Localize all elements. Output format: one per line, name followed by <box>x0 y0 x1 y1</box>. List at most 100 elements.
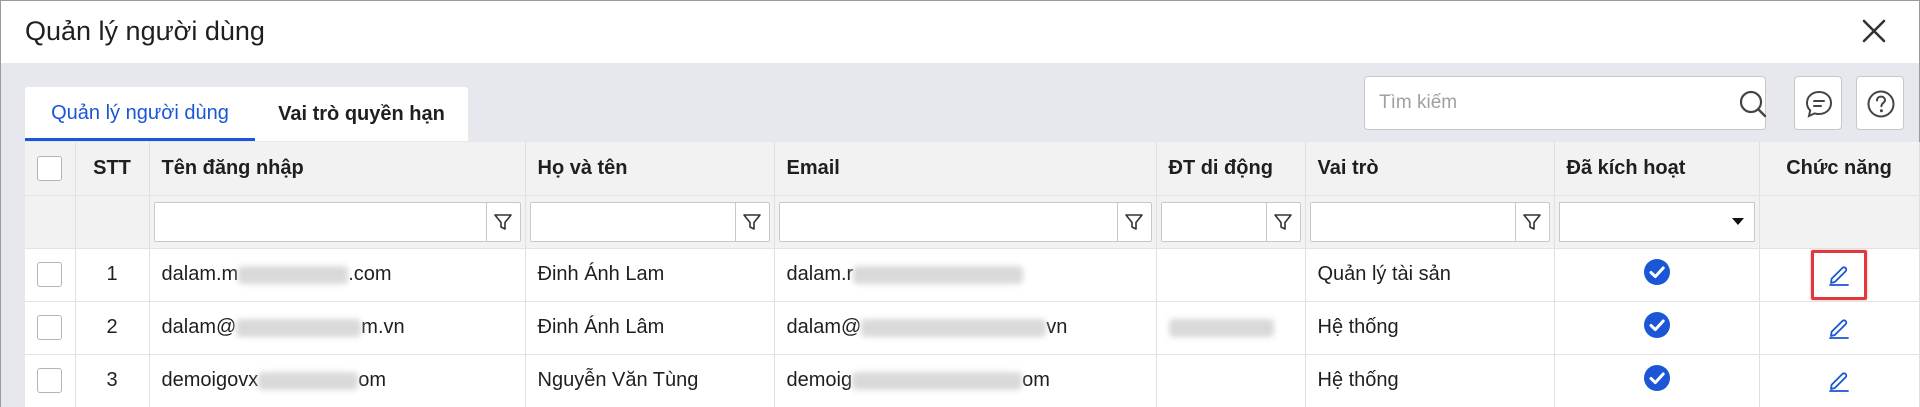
column-header-role[interactable]: Vai trò <box>1305 142 1555 196</box>
filter-funnel-icon[interactable] <box>485 202 520 241</box>
email-filter-input[interactable] <box>779 202 1117 241</box>
pencil-edit-icon <box>1829 371 1849 392</box>
email-text: vn <box>1046 316 1068 338</box>
row-username: dalam@ m.vn <box>149 301 526 355</box>
redacted-text <box>861 318 1047 337</box>
table-header-row: STT Tên đăng nhập Họ và tên Email ĐT di … <box>25 142 1920 196</box>
row-select-cell <box>25 301 76 355</box>
column-header-email[interactable]: Email <box>774 142 1157 196</box>
row-role: Hệ thống <box>1305 354 1555 407</box>
row-actions <box>1759 354 1920 407</box>
username-filter <box>149 195 526 249</box>
username-text: om <box>358 369 387 391</box>
tab-roles-permissions[interactable]: Vai trò quyền hạn <box>255 87 468 141</box>
dialog-titlebar: Quản lý người dùng <box>1 1 1919 62</box>
filter-funnel-icon[interactable] <box>1116 202 1151 241</box>
edit-button[interactable] <box>1811 303 1867 353</box>
help-circle-icon <box>1867 90 1895 118</box>
row-fullname: Đinh Ánh Lâm <box>525 301 775 355</box>
username-filter-input[interactable] <box>154 202 486 241</box>
username-text: dalam.m <box>161 263 239 285</box>
username-text: demoigovx <box>161 369 259 391</box>
row-username: demoigovx om <box>149 354 526 407</box>
column-header-username[interactable]: Tên đăng nhập <box>149 142 526 196</box>
row-stt: 3 <box>75 354 150 407</box>
row-email: dalam.r <box>774 248 1157 302</box>
row-fullname: Nguyễn Văn Tùng <box>525 354 775 407</box>
filter-funnel-icon[interactable] <box>734 202 769 241</box>
filter-empty-cell <box>1759 195 1920 249</box>
username-text: dalam@ <box>161 316 237 338</box>
email-filter <box>774 195 1157 249</box>
user-table: STT Tên đăng nhập Họ và tên Email ĐT di … <box>25 142 1920 407</box>
role-filter <box>1305 195 1555 249</box>
row-checkbox[interactable] <box>37 262 63 287</box>
row-fullname: Đinh Ánh Lam <box>525 248 775 302</box>
redacted-text <box>238 265 349 284</box>
dialog-title: Quản lý người dùng <box>25 16 265 46</box>
column-header-fullname[interactable]: Họ và tên <box>525 142 775 196</box>
row-active <box>1554 354 1760 407</box>
row-role: Hệ thống <box>1305 301 1555 355</box>
row-email: dalam@ vn <box>774 301 1157 355</box>
fullname-filter-input[interactable] <box>530 202 735 241</box>
role-filter-input[interactable] <box>1310 202 1515 241</box>
search-icon[interactable] <box>1738 89 1768 119</box>
fullname-filter <box>525 195 775 249</box>
active-filter-select[interactable] <box>1558 201 1755 242</box>
username-text: m.vn <box>361 316 405 338</box>
row-checkbox[interactable] <box>37 368 63 393</box>
table-row[interactable]: 1 dalam.m .com Đinh Ánh Lam dalam.r Quản … <box>25 248 1920 302</box>
redacted-text <box>852 371 1023 390</box>
email-text: dalam.r <box>786 263 854 285</box>
row-active <box>1554 301 1760 355</box>
username-text: .com <box>348 263 392 285</box>
user-management-dialog: Quản lý người dùng Quản lý người dùng Va… <box>0 0 1920 407</box>
row-actions <box>1759 248 1920 302</box>
caret-down-icon <box>1731 218 1744 225</box>
filter-row <box>25 195 1920 249</box>
row-select-cell <box>25 248 76 302</box>
row-actions <box>1759 301 1920 355</box>
edit-button-highlighted[interactable] <box>1811 249 1867 300</box>
column-header-phone[interactable]: ĐT di động <box>1156 142 1306 196</box>
help-button[interactable] <box>1856 76 1904 130</box>
filter-funnel-icon[interactable] <box>1514 202 1549 241</box>
edit-button[interactable] <box>1811 356 1867 406</box>
tab-bar: Quản lý người dùng Vai trò quyền hạn <box>25 87 468 141</box>
row-phone <box>1156 248 1306 302</box>
row-select-cell <box>25 354 76 407</box>
feedback-button[interactable] <box>1794 76 1842 130</box>
pencil-edit-icon <box>1829 265 1849 286</box>
search-box <box>1364 76 1768 130</box>
row-stt: 1 <box>75 248 150 302</box>
column-header-active[interactable]: Đã kích hoạt <box>1554 142 1760 196</box>
column-header-actions: Chức năng <box>1759 142 1920 196</box>
row-active <box>1554 248 1760 302</box>
row-role: Quản lý tài sản <box>1305 248 1555 302</box>
close-icon[interactable] <box>1856 13 1892 49</box>
chat-bubble-icon <box>1805 90 1833 118</box>
table-row[interactable]: 2 dalam@ m.vn Đinh Ánh Lâm dalam@ vn Hệ th… <box>25 301 1920 355</box>
row-checkbox[interactable] <box>37 315 63 340</box>
select-all-checkbox[interactable] <box>37 155 63 181</box>
search-input[interactable] <box>1379 87 1709 119</box>
row-email: demoig om <box>774 354 1157 407</box>
row-phone <box>1156 301 1306 355</box>
email-text: om <box>1022 369 1050 391</box>
phone-filter-input[interactable] <box>1161 202 1266 241</box>
row-stt: 2 <box>75 301 150 355</box>
column-header-stt[interactable]: STT <box>75 142 150 196</box>
tab-user-management[interactable]: Quản lý người dùng <box>25 87 255 141</box>
dialog-body: Quản lý người dùng Vai trò quyền hạn STT <box>1 63 1920 407</box>
redacted-text <box>1168 318 1274 337</box>
row-username: dalam.m .com <box>149 248 526 302</box>
table-row[interactable]: 3 demoigovx om Nguyễn Văn Tùng demoig om H… <box>25 354 1920 407</box>
redacted-text <box>258 371 359 390</box>
filter-empty-cell <box>75 195 150 249</box>
row-phone <box>1156 354 1306 407</box>
pencil-edit-icon <box>1829 318 1849 339</box>
check-circle-icon <box>1643 258 1671 292</box>
filter-funnel-icon[interactable] <box>1265 202 1300 241</box>
active-filter <box>1554 195 1760 249</box>
